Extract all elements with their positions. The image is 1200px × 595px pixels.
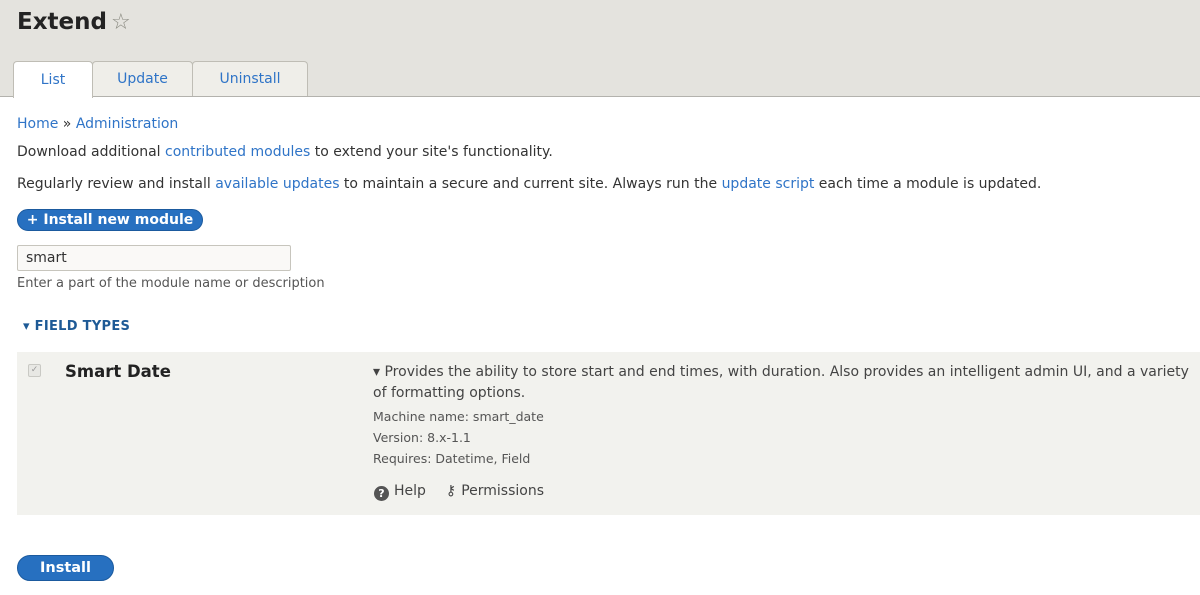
key-icon: ⚷ — [445, 483, 457, 499]
update-script-link[interactable]: update script — [722, 176, 815, 192]
breadcrumb: Home » Administration — [17, 116, 178, 132]
module-description-toggle[interactable]: ▾ Provides the ability to store start an… — [373, 362, 1200, 404]
text: Download additional — [17, 144, 166, 160]
breadcrumb-separator: » — [62, 116, 72, 132]
star-icon[interactable]: ☆ — [111, 10, 131, 35]
intro-updates: Regularly review and install available u… — [17, 176, 1041, 192]
module-row: ✓ Smart Date ▾ Provides the ability to s… — [17, 352, 1200, 515]
text: to maintain a secure and current site. A… — [339, 176, 722, 192]
help-link[interactable]: ? Help — [374, 483, 426, 501]
text: Regularly review and install — [17, 176, 216, 192]
page-title: Extend — [17, 9, 107, 35]
filter-hint: Enter a part of the module name or descr… — [17, 276, 325, 291]
contributed-modules-link[interactable]: contributed modules — [165, 144, 310, 160]
page-header: Extend ☆ List Update Uninstall — [0, 0, 1200, 98]
field-types-group-toggle[interactable]: ▾ FIELD TYPES — [23, 319, 130, 334]
text: to extend your site's functionality. — [310, 144, 553, 160]
install-button[interactable]: Install — [17, 555, 114, 581]
text: each time a module is updated. — [814, 176, 1042, 192]
install-new-module-button[interactable]: + Install new module — [17, 209, 203, 231]
help-label: Help — [394, 483, 426, 499]
permissions-label: Permissions — [461, 483, 544, 499]
breadcrumb-home[interactable]: Home — [17, 116, 58, 132]
available-updates-link[interactable]: available updates — [215, 176, 339, 192]
help-icon: ? — [374, 486, 389, 501]
permissions-link[interactable]: ⚷ Permissions — [446, 483, 544, 501]
breadcrumb-administration[interactable]: Administration — [76, 116, 178, 132]
module-filter-input[interactable] — [17, 245, 291, 271]
tab-list[interactable]: List — [13, 61, 93, 98]
tab-uninstall[interactable]: Uninstall — [192, 61, 308, 96]
intro-download: Download additional contributed modules … — [17, 144, 553, 160]
module-checkbox[interactable]: ✓ — [28, 364, 41, 377]
module-links: ? Help ⚷ Permissions — [374, 483, 544, 501]
machine-name: Machine name: smart_date — [373, 409, 544, 424]
module-name: Smart Date — [65, 362, 171, 381]
tab-update[interactable]: Update — [92, 61, 193, 96]
version: Version: 8.x-1.1 — [373, 430, 471, 445]
requires: Requires: Datetime, Field — [373, 451, 531, 466]
tabs: List Update Uninstall — [13, 61, 308, 98]
